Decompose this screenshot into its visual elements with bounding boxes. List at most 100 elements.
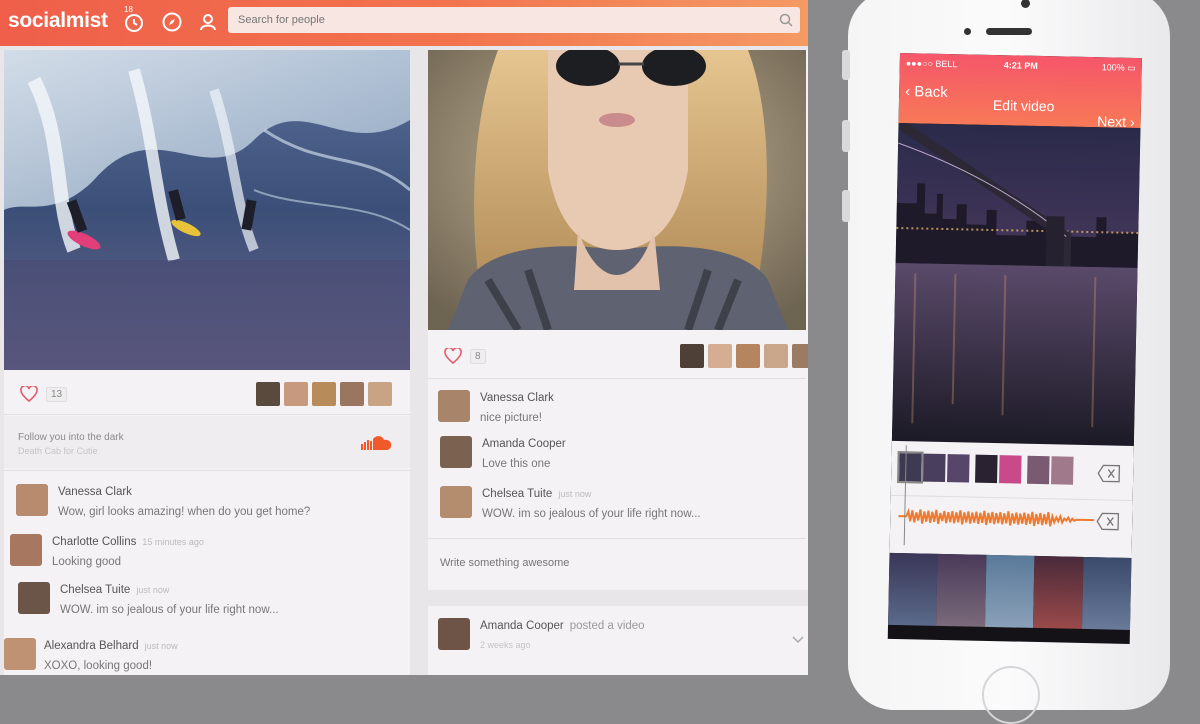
chevron-down-icon[interactable] <box>792 636 804 644</box>
comment-text: nice picture! <box>480 412 543 424</box>
delete-clip-icon[interactable] <box>1097 463 1121 483</box>
clip-frame[interactable] <box>947 454 970 483</box>
like-count: 13 <box>46 386 68 402</box>
comment-author[interactable]: Vanessa Clark <box>480 392 560 404</box>
clip-frame[interactable] <box>896 451 924 484</box>
filter-thumbnail[interactable] <box>1081 556 1132 630</box>
comment-author[interactable]: Chelsea Tuite just now <box>60 584 169 596</box>
post-stats: 13 <box>20 386 68 402</box>
explore-icon[interactable] <box>160 10 184 34</box>
post-stats: 8 <box>444 348 486 364</box>
post-photo-surf[interactable] <box>4 50 410 370</box>
divider <box>4 414 410 415</box>
status-battery: 100% ▭ <box>1101 62 1136 73</box>
clip-frame[interactable] <box>999 455 1022 484</box>
clip-frame[interactable] <box>975 454 998 484</box>
app-logo[interactable]: socialmist <box>8 9 108 33</box>
avatar[interactable] <box>438 618 470 650</box>
avatar[interactable] <box>18 582 50 614</box>
post-photo-portrait[interactable] <box>428 50 806 330</box>
search-icon[interactable] <box>778 12 794 28</box>
comment-item: Charlotte Collins 15 minutes ago Looking … <box>10 534 400 574</box>
back-button[interactable]: ‹ Back <box>905 83 948 101</box>
divider <box>890 494 1133 501</box>
comment-author[interactable]: Vanessa Clark <box>58 486 138 498</box>
avatar[interactable] <box>438 390 470 422</box>
song-subtitle: Death Cab for Cutie <box>18 446 98 456</box>
profile-icon[interactable] <box>196 10 220 34</box>
liker-avatar[interactable] <box>736 344 760 368</box>
post-time: 2 weeks ago <box>480 640 531 650</box>
post-author[interactable]: Amanda Cooper posted a video <box>480 620 645 632</box>
song-title: Follow you into the dark <box>18 432 124 443</box>
avatar[interactable] <box>16 484 48 516</box>
phone-screen: ●●●○○ BELL 4:21 PM 100% ▭ ‹ Back Edit vi… <box>887 53 1142 644</box>
liker-avatar[interactable] <box>256 382 280 406</box>
filter-thumbnail[interactable] <box>984 554 1035 628</box>
search-input[interactable] <box>228 7 778 33</box>
filter-thumbnail[interactable] <box>1033 555 1084 629</box>
comment-author[interactable]: Chelsea Tuite just now <box>482 488 591 500</box>
clip-frame[interactable] <box>1051 456 1074 485</box>
liker-avatar[interactable] <box>792 344 808 368</box>
avatar[interactable] <box>440 486 472 518</box>
comment-text: Love this one <box>482 458 551 470</box>
mute-switch <box>842 50 850 80</box>
filter-strip[interactable] <box>888 552 1132 630</box>
liker-avatar[interactable] <box>340 382 364 406</box>
clip-filmstrip[interactable] <box>896 451 1074 485</box>
liker-avatar[interactable] <box>312 382 336 406</box>
comment-author[interactable]: Alexandra Belhard just now <box>44 640 178 652</box>
status-time: 4:21 PM <box>1003 60 1038 71</box>
comment-item: Vanessa Clark Wow, girl looks amazing! w… <box>16 484 406 524</box>
delete-audio-icon[interactable] <box>1096 511 1120 531</box>
liker-avatar[interactable] <box>764 344 788 368</box>
earpiece-speaker <box>986 28 1032 35</box>
search-bar <box>228 7 800 33</box>
liker-avatar[interactable] <box>708 344 732 368</box>
liker-avatar[interactable] <box>368 382 392 406</box>
divider <box>4 470 410 471</box>
avatar[interactable] <box>10 534 42 566</box>
comment-author[interactable]: Amanda Cooper <box>482 438 572 450</box>
liker-avatars <box>256 382 392 406</box>
divider <box>428 378 806 379</box>
filter-thumbnail[interactable] <box>936 553 987 627</box>
heart-icon[interactable] <box>444 348 462 364</box>
status-carrier: ●●●○○ BELL <box>905 58 958 70</box>
liker-avatar[interactable] <box>284 382 308 406</box>
post-card-surf: 13 Follow you into the dark Death Cab fo… <box>4 50 410 675</box>
clip-frame[interactable] <box>1027 455 1050 485</box>
surf-image <box>4 50 410 370</box>
liker-avatar[interactable] <box>680 344 704 368</box>
bridge-night-image <box>891 122 1141 446</box>
comment-item: Vanessa Clark nice picture! <box>438 390 798 430</box>
avatar[interactable] <box>4 638 36 670</box>
post-card-video: Amanda Cooper posted a video 2 weeks ago <box>428 606 808 675</box>
iphone-mockup: ●●●○○ BELL 4:21 PM 100% ▭ ‹ Back Edit vi… <box>842 0 1170 724</box>
comment-text: XOXO, looking good! <box>44 660 153 672</box>
volume-down-button <box>842 190 850 222</box>
comment-item: Chelsea Tuite just now WOW. im so jealous… <box>18 582 408 622</box>
post-header: Amanda Cooper posted a video 2 weeks ago <box>438 618 798 658</box>
edit-video-header: ●●●○○ BELL 4:21 PM 100% ▭ ‹ Back Edit vi… <box>898 53 1142 130</box>
video-preview[interactable] <box>891 122 1141 446</box>
music-attachment[interactable]: Follow you into the dark Death Cab for C… <box>4 416 410 468</box>
comment-author[interactable]: Charlotte Collins 15 minutes ago <box>52 536 204 548</box>
soundcloud-icon[interactable] <box>358 432 394 454</box>
audio-waveform[interactable] <box>898 505 1095 531</box>
portrait-image <box>428 50 806 330</box>
comment-item: Amanda Cooper Love this one <box>440 436 800 476</box>
divider <box>428 538 806 539</box>
notifications-badge: 18 <box>124 5 133 14</box>
comment-text: Looking good <box>52 556 122 568</box>
comment-item: Chelsea Tuite just now WOW. im so jealous… <box>440 486 800 526</box>
heart-icon[interactable] <box>20 386 38 402</box>
avatar[interactable] <box>440 436 472 468</box>
front-camera <box>1021 0 1030 8</box>
filter-thumbnail[interactable] <box>888 552 938 626</box>
clip-frame[interactable] <box>923 453 946 483</box>
comment-text: Wow, girl looks amazing! when do you get… <box>58 506 311 518</box>
comment-input[interactable] <box>438 550 782 576</box>
like-count: 8 <box>470 348 486 364</box>
